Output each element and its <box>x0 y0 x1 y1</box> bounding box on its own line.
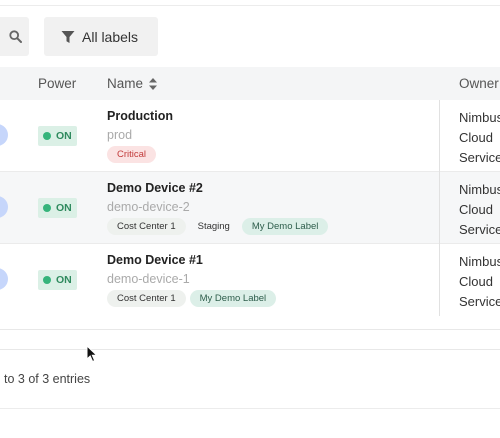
owner-line: Service <box>459 294 500 309</box>
power-status-badge: ON <box>38 198 77 218</box>
top-divider <box>0 5 500 6</box>
power-status-badge: ON <box>38 270 77 290</box>
power-on-dot-icon <box>43 204 51 212</box>
owner-cell: Nimbus Cloud Service <box>459 108 500 168</box>
owner-line: Nimbus <box>459 182 500 197</box>
label-filter-text: All labels <box>82 28 139 45</box>
device-name-link[interactable]: Production <box>107 109 173 123</box>
device-avatar <box>0 124 8 146</box>
column-divider <box>439 100 440 316</box>
sort-icon[interactable] <box>149 77 158 90</box>
owner-line: Cloud <box>459 202 493 217</box>
owner-line: Cloud <box>459 274 493 289</box>
device-slug: prod <box>107 128 133 142</box>
owner-cell: Nimbus Cloud Service <box>459 252 500 312</box>
label-tag[interactable]: Staging <box>190 218 238 235</box>
owner-cell: Nimbus Cloud Service <box>459 180 500 240</box>
search-button[interactable] <box>0 17 29 56</box>
label-tag[interactable]: My Demo Label <box>241 218 329 235</box>
owner-line: Nimbus <box>459 110 500 125</box>
table-bottom-divider <box>0 329 500 330</box>
power-on-dot-icon <box>43 132 51 140</box>
owner-line: Service <box>459 150 500 165</box>
column-header-name-label: Name <box>107 76 144 91</box>
power-on-dot-icon <box>43 276 51 284</box>
label-tag[interactable]: Cost Center 1 <box>107 218 186 235</box>
device-name-link[interactable]: Demo Device #2 <box>107 181 203 195</box>
label-tag[interactable]: Cost Center 1 <box>107 290 186 307</box>
column-header-power: Power <box>38 76 77 91</box>
power-status-badge: ON <box>38 126 77 146</box>
power-status-text: ON <box>56 202 72 214</box>
device-avatar <box>0 268 8 290</box>
device-labels: Critical <box>107 146 157 163</box>
mouse-cursor-icon <box>86 345 98 363</box>
owner-line: Service <box>459 222 500 237</box>
device-slug: demo-device-2 <box>107 200 190 214</box>
filter-icon <box>61 30 75 43</box>
owner-line: Cloud <box>459 130 493 145</box>
power-status-text: ON <box>56 274 72 286</box>
column-header-owner: Owner <box>459 76 499 91</box>
label-tag[interactable]: Critical <box>107 146 157 163</box>
label-tag[interactable]: My Demo Label <box>189 290 277 307</box>
device-labels: Cost Center 1 Staging My Demo Label <box>107 218 329 235</box>
search-icon <box>9 30 22 43</box>
footer-top-divider <box>0 349 500 350</box>
devices-page: All labels Power Name Owner ON Productio… <box>0 0 500 438</box>
table-header: Power Name Owner <box>0 67 500 100</box>
device-labels: Cost Center 1 My Demo Label <box>107 290 277 307</box>
table-row[interactable]: ON Demo Device #2 demo-device-2 Cost Cen… <box>0 172 500 244</box>
owner-line: Nimbus <box>459 254 500 269</box>
device-avatar <box>0 196 8 218</box>
label-filter-button[interactable]: All labels <box>44 17 158 56</box>
power-status-text: ON <box>56 130 72 142</box>
footer-bottom-divider <box>0 408 500 409</box>
table-row[interactable]: ON Production prod Critical Nimbus Cloud… <box>0 100 500 172</box>
device-slug: demo-device-1 <box>107 272 190 286</box>
device-name-link[interactable]: Demo Device #1 <box>107 253 203 267</box>
entries-info: to 3 of 3 entries <box>4 372 91 386</box>
table-row[interactable]: ON Demo Device #1 demo-device-1 Cost Cen… <box>0 244 500 316</box>
column-header-name[interactable]: Name <box>107 76 158 91</box>
